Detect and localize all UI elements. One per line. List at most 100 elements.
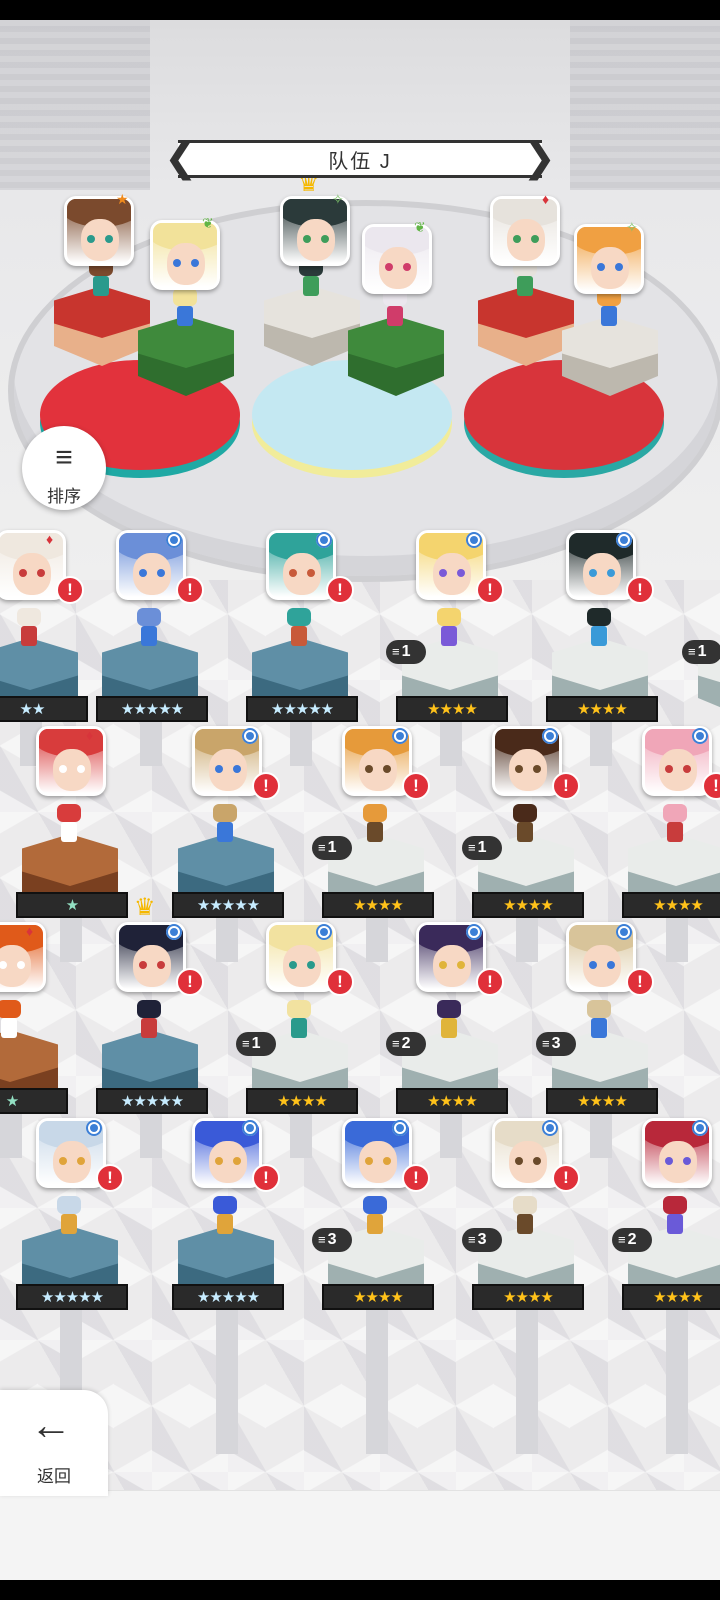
- sprite-head: [137, 1000, 161, 1018]
- leaf-icon: ❦: [202, 215, 214, 231]
- alert-icon: !: [176, 576, 204, 604]
- roster-sprite: [210, 1196, 240, 1236]
- alert-icon: !: [326, 968, 354, 996]
- party-pedestal-6[interactable]: [560, 316, 660, 416]
- roster-pedestal[interactable]: ★★★★★: [172, 834, 284, 934]
- next-team-arrow-icon[interactable]: ❯: [522, 138, 556, 178]
- sprite-body: [591, 626, 607, 646]
- stack-icon: ≡: [318, 840, 326, 855]
- party-sprite-6: [594, 288, 624, 328]
- roster-pedestal[interactable]: ★★★★: [622, 834, 720, 934]
- roster-pedestal[interactable]: ★: [0, 1030, 68, 1130]
- eye-left: [289, 569, 297, 577]
- sort-icon: ≡: [55, 441, 73, 474]
- alert-icon: !: [56, 576, 84, 604]
- copies-count: 1: [401, 643, 411, 660]
- copies-count: 3: [327, 1231, 337, 1248]
- eye-left: [87, 235, 95, 243]
- alert-icon: !: [626, 576, 654, 604]
- diamond-suit-icon: ♦: [86, 727, 94, 743]
- roster-sprite: [660, 804, 690, 844]
- stack-icon: ≡: [242, 1036, 250, 1051]
- eye-left: [665, 1157, 673, 1165]
- copies-count: 1: [327, 839, 337, 856]
- element-badge-icon: [86, 1120, 102, 1136]
- sprite-head: [137, 608, 161, 626]
- roster-pedestal[interactable]: ★★★★★: [16, 1226, 128, 1326]
- party-portrait-5[interactable]: [490, 196, 560, 266]
- roster-sprite: [434, 608, 464, 648]
- alert-icon: !: [402, 772, 430, 800]
- pillar-left: [0, 20, 150, 190]
- eye-left: [665, 765, 673, 773]
- roster-pedestal[interactable]: ★★★★★: [96, 638, 208, 738]
- party-pedestal-4[interactable]: [346, 316, 446, 416]
- portrait-face: [0, 533, 63, 597]
- alert-icon: !: [702, 772, 720, 800]
- roster-pedestal[interactable]: ★★★★★: [172, 1226, 284, 1326]
- stack-icon: ≡: [468, 1232, 476, 1247]
- roster-sprite: [434, 1000, 464, 1040]
- element-badge-icon: [466, 532, 482, 548]
- roster-sprite: [134, 608, 164, 648]
- sprite-body: [367, 1214, 383, 1234]
- star-rating: ★★★★: [322, 892, 434, 918]
- roster-pedestal[interactable]: ★★★★: [546, 638, 658, 738]
- eye-left: [139, 961, 147, 969]
- team-title: 队伍 J: [328, 150, 392, 173]
- sort-button[interactable]: ≡ 排序: [22, 426, 106, 510]
- copies-count-badge: ≡ 2: [612, 1228, 652, 1252]
- back-button-label: 返回: [37, 1467, 71, 1486]
- prev-team-arrow-icon[interactable]: ❮: [164, 138, 198, 178]
- sprite-head: [587, 608, 611, 626]
- alert-icon: !: [476, 968, 504, 996]
- eye-right: [531, 235, 539, 243]
- sprite-head: [663, 804, 687, 822]
- sprite-body: [291, 626, 307, 646]
- party-pedestal-2[interactable]: [136, 316, 236, 416]
- eye-right: [533, 765, 541, 773]
- copies-count-badge: ≡ 3: [462, 1228, 502, 1252]
- sparkle-icon: ✧: [626, 219, 638, 235]
- back-button[interactable]: ← 返回: [0, 1390, 108, 1496]
- eye-right: [17, 961, 25, 969]
- roster-portrait[interactable]: [36, 726, 106, 796]
- roster-portrait[interactable]: [0, 922, 46, 992]
- sprite-body: [21, 626, 37, 646]
- eye-right: [457, 569, 465, 577]
- roster-pedestal[interactable]: ★★★★★: [246, 638, 358, 738]
- diamond-suit-icon: ♦: [26, 923, 34, 939]
- eye-right: [403, 263, 411, 271]
- eye-right: [157, 961, 165, 969]
- sprite-body: [517, 822, 533, 842]
- roster-sprite: [584, 608, 614, 648]
- roster-pedestal[interactable]: ★: [16, 834, 128, 934]
- eye-left: [59, 1157, 67, 1165]
- roster-pedestal[interactable]: ★★: [0, 638, 88, 738]
- stack-icon: ≡: [318, 1232, 326, 1247]
- eye-right: [607, 961, 615, 969]
- roster-sprite: [360, 804, 390, 844]
- eye-right: [683, 1157, 691, 1165]
- sprite-body: [217, 1214, 233, 1234]
- star-rating: ★★★★: [622, 1284, 720, 1310]
- alert-icon: !: [326, 576, 354, 604]
- eye-left: [215, 1157, 223, 1165]
- eye-left: [19, 569, 27, 577]
- copies-count-badge: ≡ 2: [386, 1032, 426, 1056]
- eye-left: [439, 569, 447, 577]
- element-badge-icon: [542, 728, 558, 744]
- roster-pedestal[interactable]: ★★★★★: [96, 1030, 208, 1130]
- star-rating: ★★★★★: [16, 1284, 128, 1310]
- roster-sprite: [510, 1196, 540, 1236]
- eye-right: [615, 263, 623, 271]
- sprite-head: [57, 1196, 81, 1214]
- portrait-face: [365, 227, 429, 291]
- copies-count-badge: ≡ 1: [462, 836, 502, 860]
- eye-right: [37, 569, 45, 577]
- element-badge-icon: [166, 924, 182, 940]
- alert-icon: !: [552, 772, 580, 800]
- eye-left: [59, 765, 67, 773]
- sprite-body: [517, 276, 533, 296]
- eye-left: [589, 569, 597, 577]
